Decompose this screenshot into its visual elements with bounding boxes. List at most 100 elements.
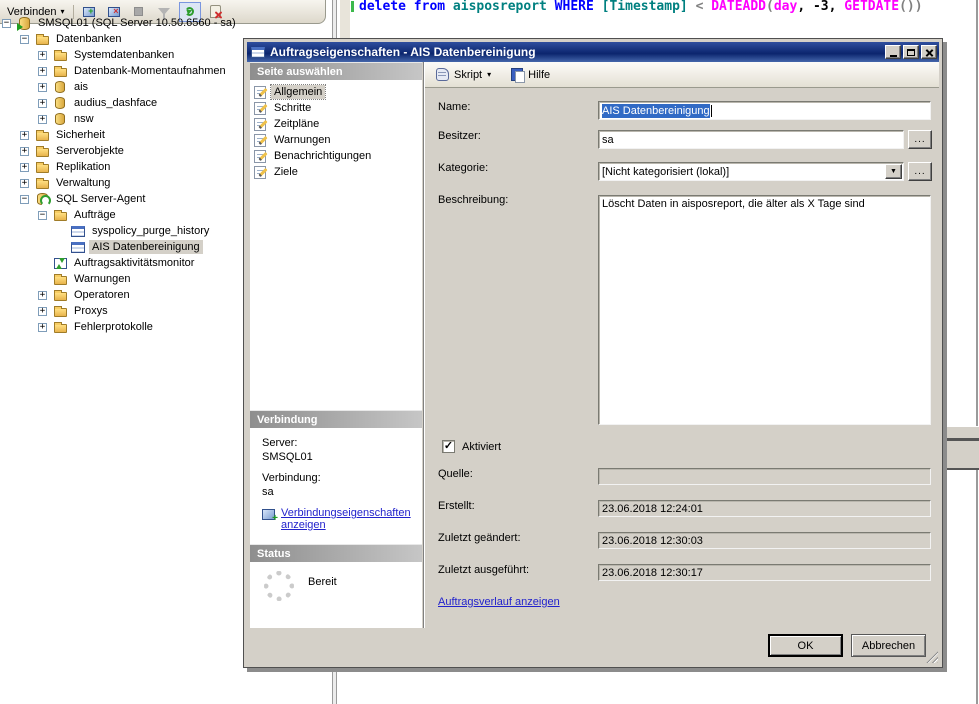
resize-grip[interactable] bbox=[925, 650, 938, 663]
tree-expander[interactable]: + bbox=[38, 83, 47, 92]
tree-expander-spacer bbox=[56, 243, 65, 252]
tree-item-label: ais bbox=[71, 80, 91, 94]
sql-token: ()) bbox=[899, 0, 922, 14]
tree-item-label: Datenbank-Momentaufnahmen bbox=[71, 64, 229, 78]
tree-expander[interactable]: + bbox=[38, 51, 47, 60]
tree-expander[interactable]: − bbox=[20, 195, 29, 204]
created-label: Erstellt: bbox=[438, 500, 475, 512]
page-item-warnungen[interactable]: Warnungen bbox=[250, 132, 422, 148]
script-button[interactable]: Skript ▾ bbox=[433, 66, 494, 83]
page-item-schritte[interactable]: Schritte bbox=[250, 100, 422, 116]
tree-expander[interactable]: + bbox=[38, 99, 47, 108]
connection-header: Verbindung bbox=[250, 410, 422, 428]
tree-expander[interactable]: + bbox=[38, 115, 47, 124]
name-input[interactable]: AIS Datenbereinigung bbox=[598, 101, 931, 120]
tree-expander[interactable]: + bbox=[38, 67, 47, 76]
editor-right-edge bbox=[976, 0, 978, 704]
close-icon bbox=[925, 48, 934, 57]
sql-token: ( bbox=[766, 0, 774, 14]
sql-token: [Timestamp] bbox=[602, 0, 696, 14]
tree-item-label: Auftragsaktivitätsmonitor bbox=[71, 256, 197, 270]
page-item-zeitpläne[interactable]: Zeitpläne bbox=[250, 116, 422, 132]
cancel-button[interactable]: Abbrechen bbox=[851, 634, 926, 657]
description-label: Beschreibung: bbox=[438, 194, 508, 206]
tree-item-label: Proxys bbox=[71, 304, 111, 318]
enabled-checkbox[interactable]: ✓ bbox=[442, 440, 455, 453]
maximize-button[interactable] bbox=[903, 45, 919, 59]
sql-token: DATEADD bbox=[711, 0, 766, 14]
tree-expander[interactable]: + bbox=[20, 179, 29, 188]
database-icon bbox=[53, 113, 67, 125]
page-icon bbox=[254, 134, 266, 147]
tree-expander[interactable]: + bbox=[38, 323, 47, 332]
ok-button[interactable]: OK bbox=[768, 634, 843, 657]
chevron-down-icon: ▾ bbox=[487, 70, 491, 79]
tree-item-label: nsw bbox=[71, 112, 97, 126]
tree-expander[interactable]: − bbox=[2, 19, 11, 28]
owner-browse-button[interactable]: ... bbox=[908, 130, 932, 149]
tree-expander-spacer bbox=[38, 259, 47, 268]
minimize-button[interactable] bbox=[885, 45, 901, 59]
owner-input[interactable]: sa bbox=[598, 130, 904, 149]
tree-expander[interactable]: − bbox=[38, 211, 47, 220]
tree-expander[interactable]: + bbox=[38, 307, 47, 316]
sql-editor-line[interactable]: delete from aisposreport WHERE [Timestam… bbox=[359, 0, 923, 14]
tree-item-label: Sicherheit bbox=[53, 128, 108, 142]
change-tracking-bar bbox=[351, 1, 354, 12]
category-browse-button[interactable]: ... bbox=[908, 162, 932, 181]
server-value: SMSQL01 bbox=[262, 451, 418, 463]
job-icon bbox=[71, 226, 85, 237]
server-icon bbox=[17, 17, 31, 30]
sql-token: GETDATE bbox=[844, 0, 899, 14]
created-field: 23.06.2018 12:24:01 bbox=[598, 500, 931, 517]
close-button[interactable] bbox=[921, 45, 937, 59]
source-field bbox=[598, 468, 931, 485]
tree-item-label: Datenbanken bbox=[53, 32, 124, 46]
pages-header: Seite auswählen bbox=[250, 62, 422, 80]
combo-dropdown-button[interactable]: ▼ bbox=[885, 164, 902, 179]
tree-expander[interactable]: + bbox=[20, 147, 29, 156]
status-header: Status bbox=[250, 544, 422, 562]
page-icon bbox=[254, 118, 266, 131]
view-connection-properties-link[interactable]: Verbindungseigenschaften anzeigen bbox=[262, 507, 418, 531]
source-label: Quelle: bbox=[438, 468, 473, 480]
help-icon bbox=[511, 68, 523, 81]
pages-list: AllgemeinSchritte ZeitpläneWarnungenBenac… bbox=[250, 80, 422, 410]
connection-properties-icon bbox=[262, 509, 275, 520]
progress-spinner-icon bbox=[264, 571, 294, 601]
help-button[interactable]: Hilfe bbox=[508, 66, 553, 83]
page-item-benachrichtigungen[interactable]: Benachrichtigungen bbox=[250, 148, 422, 164]
dialog-titlebar[interactable]: Auftragseigenschaften - AIS Datenbereini… bbox=[247, 42, 939, 62]
view-job-history-link[interactable]: Auftragsverlauf anzeigen bbox=[438, 596, 560, 608]
tree-expander[interactable]: − bbox=[20, 35, 29, 44]
server-label: Server: bbox=[262, 437, 418, 449]
tree-expander-spacer bbox=[38, 275, 47, 284]
general-page-form: Name: AIS Datenbereinigung Besitzer: sa … bbox=[425, 89, 939, 628]
page-item-ziele[interactable]: Ziele bbox=[250, 164, 422, 180]
page-item-label: Zeitpläne bbox=[271, 117, 322, 131]
last-modified-label: Zuletzt geändert: bbox=[438, 532, 521, 544]
background-panel-band bbox=[940, 441, 979, 468]
page-item-label: Schritte bbox=[271, 101, 314, 115]
page-icon bbox=[254, 150, 266, 163]
database-icon bbox=[53, 81, 67, 93]
category-combobox[interactable]: [Nicht kategorisiert (lokal)] ▼ bbox=[598, 162, 904, 181]
sql-token: -3 bbox=[813, 0, 829, 14]
tree-item[interactable]: −SMSQL01 (SQL Server 10.50.6560 - sa) bbox=[0, 15, 330, 31]
tree-expander[interactable]: + bbox=[20, 163, 29, 172]
last-modified-field: 23.06.2018 12:30:03 bbox=[598, 532, 931, 549]
page-item-allgemein[interactable]: Allgemein bbox=[250, 84, 422, 100]
tree-item-label: SQL Server-Agent bbox=[53, 192, 148, 206]
last-executed-label: Zuletzt ausgeführt: bbox=[438, 564, 529, 576]
tree-expander[interactable]: + bbox=[38, 291, 47, 300]
tree-item-label: audius_dashface bbox=[71, 96, 160, 110]
description-textarea[interactable]: Löscht Daten in aisposreport, die älter … bbox=[598, 195, 931, 425]
tree-item-label: Warnungen bbox=[71, 272, 133, 286]
tree-item-label: Replikation bbox=[53, 160, 113, 174]
folder-icon bbox=[53, 50, 67, 61]
combo-arrow-icon: ▼ bbox=[890, 168, 897, 175]
job-icon bbox=[71, 242, 85, 253]
sql-token: aisposreport bbox=[453, 0, 555, 14]
tree-expander[interactable]: + bbox=[20, 131, 29, 140]
connection-info: Server: SMSQL01 Verbindung: sa Verbindun… bbox=[250, 428, 422, 544]
